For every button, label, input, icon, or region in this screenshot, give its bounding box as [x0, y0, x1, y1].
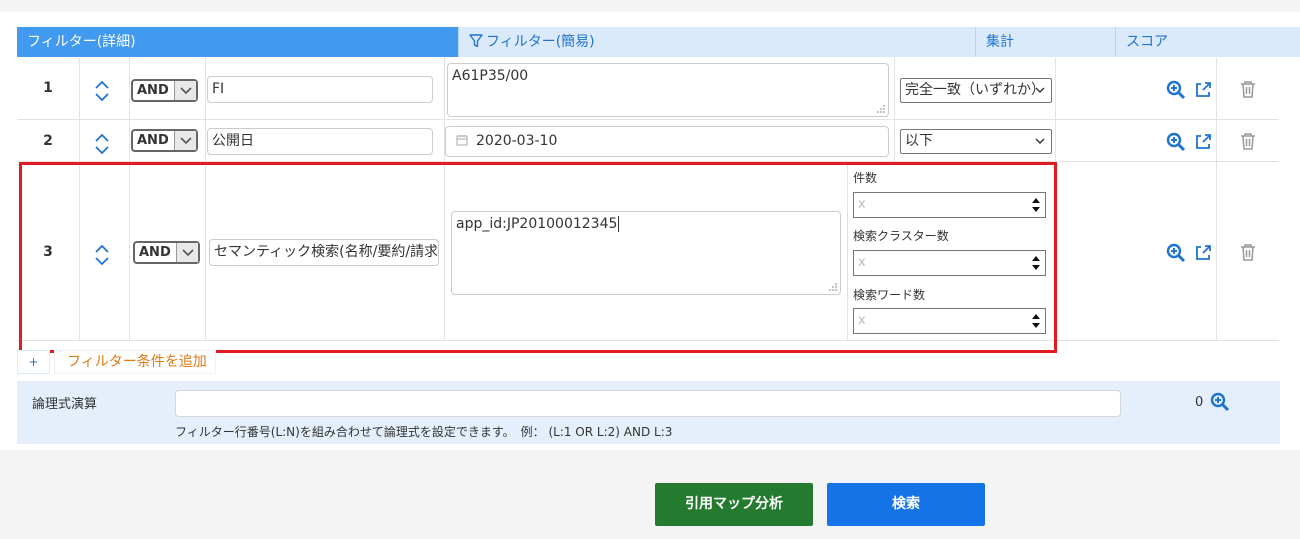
value-textarea[interactable]: app_id:JP20100012345	[451, 211, 841, 295]
field-input[interactable]: FI	[207, 76, 433, 103]
filter-row-2: 2 AND 公開日 2020-03-10 以下	[17, 120, 1279, 162]
reorder-icon[interactable]	[92, 243, 112, 267]
word-count-placeholder: x	[858, 313, 866, 328]
external-link-icon[interactable]	[1193, 132, 1213, 152]
filter-tabbar: フィルター(詳細) フィルター(簡易) 集計 スコア	[17, 27, 1300, 57]
cluster-count-placeholder: x	[858, 255, 866, 270]
zoom-in-icon[interactable]	[1210, 392, 1230, 412]
field-input[interactable]: 公開日	[207, 128, 433, 155]
zoom-in-icon[interactable]	[1166, 243, 1186, 263]
row-number: 2	[43, 133, 53, 149]
zoom-in-icon[interactable]	[1166, 132, 1186, 152]
calendar-icon	[456, 135, 468, 146]
count-input[interactable]: x	[853, 192, 1046, 218]
funnel-icon	[469, 34, 483, 48]
value-text: A61P35/00	[452, 68, 529, 84]
param-label-words: 検索ワード数	[853, 288, 926, 302]
external-link-icon[interactable]	[1193, 243, 1213, 263]
logic-expression-input[interactable]	[175, 390, 1121, 417]
row-number: 3	[43, 244, 53, 260]
trash-icon[interactable]	[1238, 242, 1258, 262]
word-count-input[interactable]: x	[853, 308, 1046, 334]
chevron-down-icon	[1035, 87, 1045, 93]
comparison-select[interactable]: 以下	[900, 129, 1052, 154]
logic-result-count: 0	[1195, 395, 1204, 410]
date-input[interactable]: 2020-03-10	[445, 126, 889, 157]
add-filter-plus-button[interactable]: +	[17, 350, 50, 374]
trash-icon[interactable]	[1238, 79, 1258, 99]
value-text: app_id:JP20100012345	[456, 216, 618, 232]
search-button[interactable]: 検索	[827, 483, 985, 526]
spinner-icon[interactable]	[1030, 254, 1042, 272]
tab-stats[interactable]: 集計	[975, 27, 1115, 57]
add-filter-button[interactable]: フィルター条件を追加	[54, 350, 216, 374]
field-input[interactable]: セマンティック検索(名称/要約/請求項)	[209, 239, 439, 266]
date-value: 2020-03-10	[476, 133, 558, 149]
trash-icon[interactable]	[1238, 131, 1258, 151]
reorder-icon[interactable]	[92, 132, 112, 156]
logic-operator-label: AND	[139, 245, 171, 260]
tab-score[interactable]: スコア	[1115, 27, 1300, 57]
resize-grip-icon[interactable]	[828, 282, 837, 291]
match-type-value: 完全一致（いずれか）	[905, 82, 1045, 98]
chevron-down-icon	[1035, 138, 1045, 144]
value-textarea[interactable]: A61P35/00	[447, 63, 889, 117]
logic-expression-panel: 論理式演算 0 フィルター行番号(L:N)を組み合わせて論理式を設定できます。 …	[17, 381, 1280, 444]
external-link-icon[interactable]	[1193, 80, 1213, 100]
match-type-select[interactable]: 完全一致（いずれか）	[900, 78, 1052, 103]
citation-map-analysis-button[interactable]: 引用マップ分析	[655, 483, 813, 526]
comparison-value: 以下	[905, 133, 933, 149]
param-label-clusters: 検索クラスター数	[853, 229, 949, 243]
logic-expression-label: 論理式演算	[32, 397, 98, 412]
tab-filter-simple-label: フィルター(簡易)	[486, 34, 595, 50]
logic-operator-label: AND	[137, 83, 169, 98]
count-placeholder: x	[858, 197, 866, 212]
chevron-down-icon	[182, 249, 194, 257]
chevron-down-icon	[180, 87, 192, 95]
logic-operator-select[interactable]: AND	[131, 129, 198, 152]
logic-operator-label: AND	[137, 133, 169, 148]
param-label-count: 件数	[853, 171, 878, 185]
cluster-count-input[interactable]: x	[853, 250, 1046, 276]
tab-filter-detail[interactable]: フィルター(詳細)	[17, 27, 458, 57]
resize-grip-icon[interactable]	[876, 104, 885, 113]
zoom-in-icon[interactable]	[1166, 80, 1186, 100]
spinner-icon[interactable]	[1030, 196, 1042, 214]
tab-filter-simple[interactable]: フィルター(簡易)	[458, 27, 975, 57]
logic-expression-hint: フィルター行番号(L:N)を組み合わせて論理式を設定できます。 例： (L:1 …	[175, 425, 673, 439]
chevron-down-icon	[180, 137, 192, 145]
logic-operator-select[interactable]: AND	[133, 241, 200, 264]
filter-row-3: 3 AND セマンティック検索(名称/要約/請求項) app_id:JP2010…	[17, 162, 1279, 341]
row-number: 1	[43, 80, 53, 96]
logic-operator-select[interactable]: AND	[131, 79, 198, 102]
spinner-icon[interactable]	[1030, 312, 1042, 330]
reorder-icon[interactable]	[92, 79, 112, 103]
filter-row-1: 1 AND FI A61P35/00 完全一致（いずれか）	[17, 58, 1279, 120]
